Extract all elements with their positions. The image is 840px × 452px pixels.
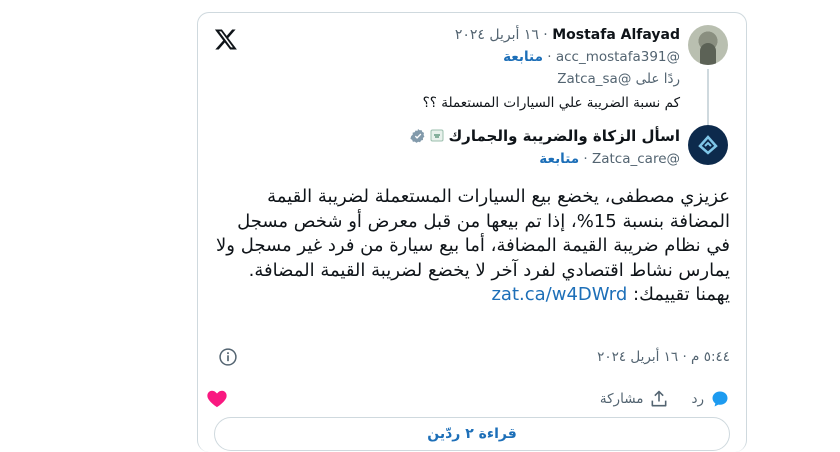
heart-icon[interactable] — [206, 388, 228, 408]
share-label: مشاركة — [599, 391, 644, 407]
dot-separator: · — [538, 27, 548, 43]
original-date[interactable]: ١٦ أبريل ٢٠٢٤ — [455, 27, 539, 43]
reply-label: رد — [691, 391, 704, 407]
original-author-name[interactable]: Mostafa Alfayad — [552, 27, 680, 43]
replying-to-prefix: ردًا على — [635, 71, 680, 87]
replying-to-line: ردًا على @Zatca_sa — [557, 71, 680, 87]
reply-author-name[interactable]: اسأل الزكاة والضريبة والجمارك — [448, 127, 680, 145]
dot-separator: · — [579, 151, 588, 167]
original-handle-line: @acc_mostafa391 · متابعة — [503, 49, 680, 65]
avatar-mostafa[interactable] — [688, 25, 728, 65]
reply-action[interactable]: رد — [691, 389, 730, 409]
reply-tweet-text: عزيزي مصطفى، يخضع بيع السيارات المستعملة… — [216, 186, 730, 281]
zatca-logo-icon — [698, 135, 718, 155]
tweet-timestamp[interactable]: ٥:٤٤ م · ١٦ أبريل ٢٠٢٤ — [597, 349, 730, 365]
avatar-zatca[interactable] — [688, 125, 728, 165]
share-icon — [652, 390, 667, 407]
dot-separator: · — [542, 49, 552, 65]
share-action[interactable]: مشاركة — [600, 389, 670, 409]
reply-handle[interactable]: @Zatca_care — [592, 151, 680, 167]
thread-connector — [707, 69, 709, 125]
original-handle[interactable]: @acc_mostafa391 — [556, 49, 680, 65]
reply-tweet-body: عزيزي مصطفى، يخضع بيع السيارات المستعملة… — [210, 185, 730, 308]
original-author-line: Mostafa Alfayad · ١٦ أبريل ٢٠٢٤ — [455, 27, 680, 43]
survey-link[interactable]: zat.ca/w4DWrd — [491, 284, 627, 305]
original-tweet-text: كم نسبة الضريبة علي السيارات المستعملة ؟… — [422, 95, 680, 111]
replying-to-handle[interactable]: @Zatca_sa — [557, 71, 631, 87]
read-replies-button[interactable]: قراءة ٢ ردّين — [214, 417, 730, 451]
rating-prefix: يهمنا تقييمك: — [633, 284, 730, 305]
action-bar: رد مشاركة — [578, 389, 730, 409]
verified-badge-icon — [410, 129, 425, 143]
tweet-embed-card: Mostafa Alfayad · ١٦ أبريل ٢٠٢٤ @acc_mos… — [197, 12, 747, 452]
x-logo-icon[interactable] — [214, 27, 238, 51]
rating-line: يهمنا تقييمك: zat.ca/w4DWrd — [210, 283, 730, 308]
reply-handle-line: @Zatca_care · متابعة — [539, 151, 680, 167]
follow-button-original[interactable]: متابعة — [503, 49, 543, 65]
reply-icon — [712, 391, 728, 407]
flag-icon — [430, 129, 444, 142]
reply-author-line: اسأل الزكاة والضريبة والجمارك — [410, 127, 680, 145]
follow-button-reply[interactable]: متابعة — [539, 151, 579, 167]
info-icon[interactable] — [218, 347, 238, 367]
